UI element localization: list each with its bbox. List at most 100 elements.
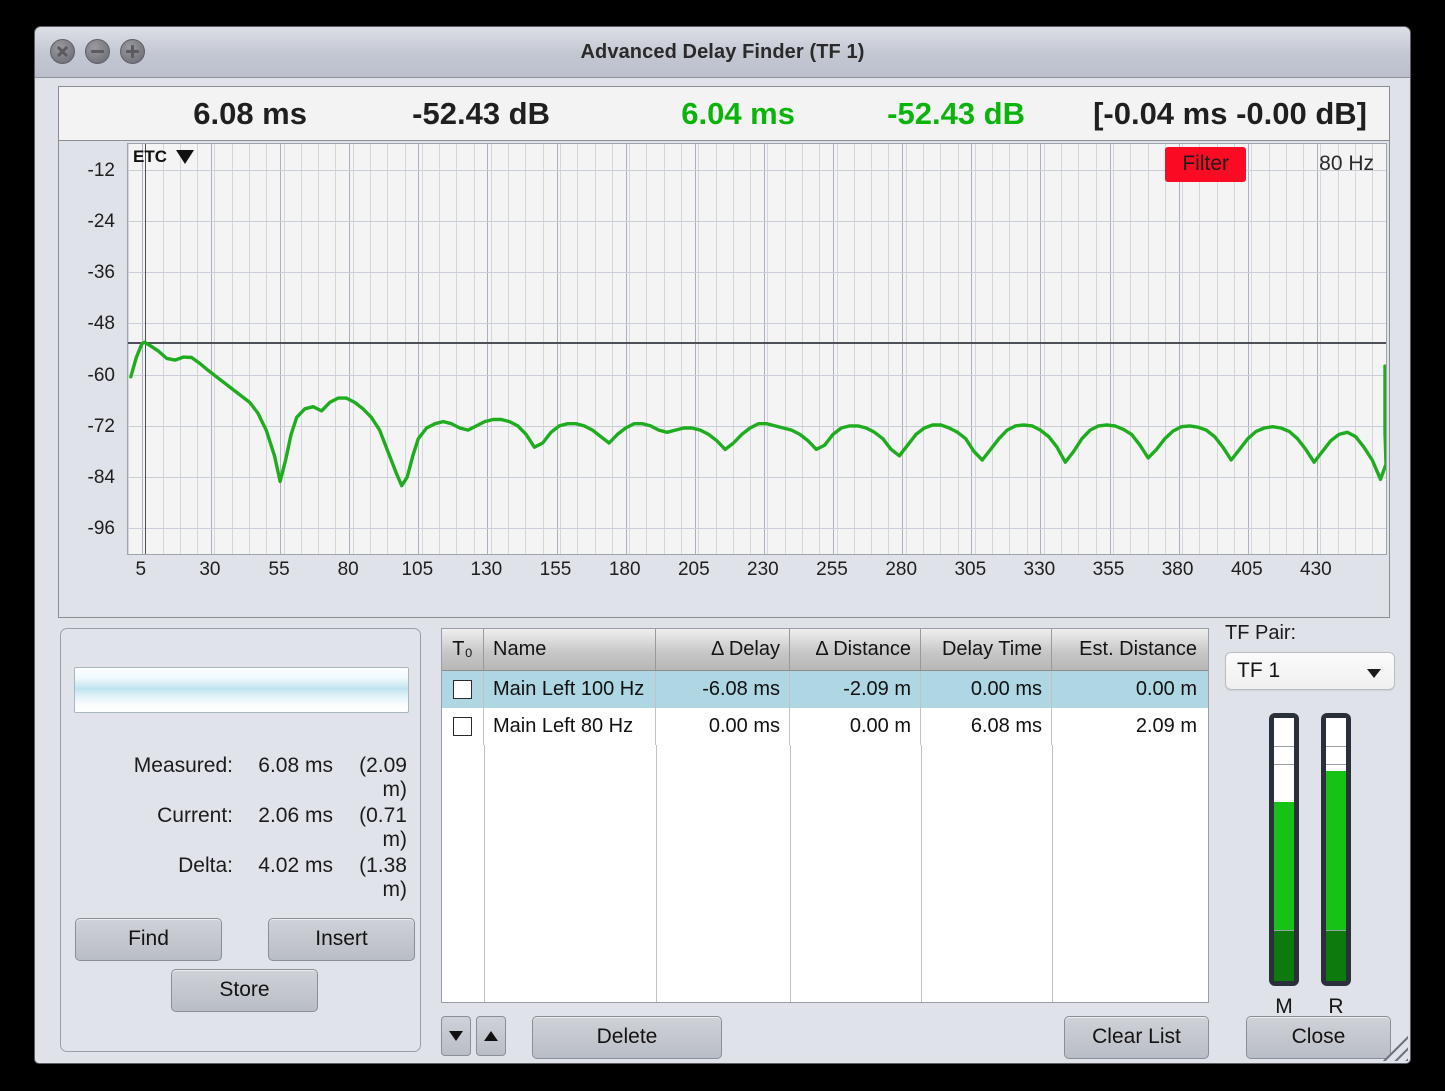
etc-trace [128, 144, 1386, 554]
table-empty-area [442, 745, 1208, 1002]
meter-tick [1326, 930, 1346, 931]
store-button[interactable]: Store [171, 969, 318, 1012]
chevron-down-icon[interactable] [176, 150, 194, 164]
etc-chart-container: -12-24-36-48-60-72-84-96 ETC Filter 80 H… [58, 141, 1390, 618]
meter-fill-low [1326, 931, 1346, 981]
row-checkbox[interactable] [442, 708, 484, 745]
level-meters: MR [1225, 713, 1395, 1019]
x-axis-tick-label: 180 [609, 559, 641, 581]
y-axis-tick-label: -96 [63, 518, 115, 540]
chevron-down-icon[interactable] [1367, 669, 1381, 678]
table-cell: -6.08 ms [656, 671, 790, 708]
filter-frequency-label: 80 Hz [1319, 152, 1374, 176]
meter-scale [1326, 718, 1346, 981]
measurement-distance: (0.71 m) [333, 804, 415, 852]
filter-button[interactable]: Filter [1165, 147, 1246, 182]
etc-plot-area[interactable]: ETC Filter 80 Hz [127, 143, 1387, 555]
measurement-row: Delta:4.02 ms(1.38 m) [61, 854, 422, 902]
meter-body [1321, 713, 1351, 986]
table-cell: 0.00 ms [921, 671, 1052, 708]
window-controls [50, 39, 145, 64]
table-row[interactable]: Main Left 80 Hz0.00 ms0.00 m6.08 ms2.09 … [442, 708, 1208, 745]
maximize-window-icon[interactable] [120, 39, 145, 64]
tf-pair-value: TF 1 [1237, 659, 1280, 683]
x-axis-tick-label: 5 [136, 559, 147, 581]
table-cell: 0.00 ms [656, 708, 790, 745]
x-axis-tick-label: 380 [1162, 559, 1194, 581]
x-axis-tick-label: 130 [471, 559, 503, 581]
meter-tick [1326, 764, 1346, 765]
x-axis-labels: 5305580105130155180205230255280305330355… [127, 559, 1387, 593]
move-down-button[interactable] [441, 1016, 471, 1056]
table-column-header[interactable]: T₀ [442, 629, 484, 670]
measurement-value: 2.06 ms [233, 804, 333, 828]
table-header-row: T₀NameΔ DelayΔ DistanceDelay TimeEst. Di… [442, 629, 1208, 671]
checkbox-icon[interactable] [453, 717, 472, 736]
table-cell: Main Left 100 Hz [484, 671, 656, 708]
x-axis-tick-label: 280 [885, 559, 917, 581]
row-checkbox[interactable] [442, 671, 484, 708]
triangle-up-icon [484, 1031, 498, 1041]
delay-finder-window: Advanced Delay Finder (TF 1) 6.08 ms -52… [34, 26, 1411, 1064]
table-cell: -2.09 m [790, 671, 921, 708]
measurement-row: Measured:6.08 ms(2.09 m) [61, 754, 422, 802]
y-axis-tick-label: -36 [63, 262, 115, 284]
level-meter: R [1321, 713, 1351, 1019]
triangle-down-icon [449, 1031, 463, 1041]
measurement-distance: (2.09 m) [333, 754, 415, 802]
clear-list-button[interactable]: Clear List [1064, 1016, 1209, 1059]
measured-time-readout: 6.08 ms [59, 96, 307, 132]
table-column-header[interactable]: Δ Delay [656, 629, 790, 670]
current-level-readout: -52.43 dB [795, 96, 1025, 132]
close-window-icon[interactable] [50, 39, 75, 64]
tf-pair-panel: TF Pair: TF 1 MR [1225, 622, 1395, 1019]
x-axis-tick-label: 330 [1024, 559, 1056, 581]
measured-level-readout: -52.43 dB [307, 96, 550, 132]
table-column-header[interactable]: Δ Distance [790, 629, 921, 670]
checkbox-icon[interactable] [453, 680, 472, 699]
signal-gradient-bar [74, 667, 409, 713]
close-button[interactable]: Close [1246, 1016, 1391, 1059]
x-axis-tick-label: 55 [269, 559, 290, 581]
x-axis-tick-label: 405 [1231, 559, 1263, 581]
etc-mode-label: ETC [133, 147, 167, 167]
table-cell: Main Left 80 Hz [484, 708, 656, 745]
table-column-header[interactable]: Delay Time [921, 629, 1052, 670]
meter-fill-low [1274, 931, 1294, 981]
column-separator [1052, 745, 1053, 1002]
x-axis-tick-label: 80 [338, 559, 359, 581]
x-axis-tick-label: 155 [540, 559, 572, 581]
y-axis-tick-label: -48 [63, 313, 115, 335]
y-axis-tick-label: -60 [63, 365, 115, 387]
delay-list-table[interactable]: T₀NameΔ DelayΔ DistanceDelay TimeEst. Di… [441, 628, 1209, 1003]
measurement-value: 6.08 ms [233, 754, 333, 778]
y-axis-tick-label: -72 [63, 416, 115, 438]
table-row[interactable]: Main Left 100 Hz-6.08 ms-2.09 m0.00 ms0.… [442, 671, 1208, 708]
x-axis-tick-label: 430 [1300, 559, 1332, 581]
measurement-label: Delta: [61, 854, 233, 878]
table-cell: 2.09 m [1052, 708, 1206, 745]
current-time-readout: 6.04 ms [550, 96, 795, 132]
move-up-button[interactable] [476, 1016, 506, 1056]
x-axis-tick-label: 355 [1093, 559, 1125, 581]
insert-button[interactable]: Insert [268, 918, 415, 961]
tf-pair-select[interactable]: TF 1 [1225, 652, 1395, 690]
y-axis-tick-label: -84 [63, 467, 115, 489]
table-cell: 6.08 ms [921, 708, 1052, 745]
readout-strip: 6.08 ms -52.43 dB 6.04 ms -52.43 dB [-0.… [58, 86, 1390, 141]
table-column-header[interactable]: Name [484, 629, 656, 670]
column-separator [790, 745, 791, 1002]
table-body[interactable]: Main Left 100 Hz-6.08 ms-2.09 m0.00 ms0.… [442, 671, 1208, 745]
table-cell: 0.00 m [790, 708, 921, 745]
table-column-header[interactable]: Est. Distance [1052, 629, 1206, 670]
window-titlebar: Advanced Delay Finder (TF 1) [35, 27, 1410, 78]
meter-tick [1274, 930, 1294, 931]
delete-button[interactable]: Delete [532, 1016, 722, 1059]
meter-tick [1326, 746, 1346, 747]
measurement-distance: (1.38 m) [333, 854, 415, 902]
minimize-window-icon[interactable] [85, 39, 110, 64]
etc-mode-selector[interactable]: ETC [133, 147, 194, 167]
table-cell: 0.00 m [1052, 671, 1206, 708]
find-button[interactable]: Find [75, 918, 222, 961]
x-axis-tick-label: 255 [816, 559, 848, 581]
